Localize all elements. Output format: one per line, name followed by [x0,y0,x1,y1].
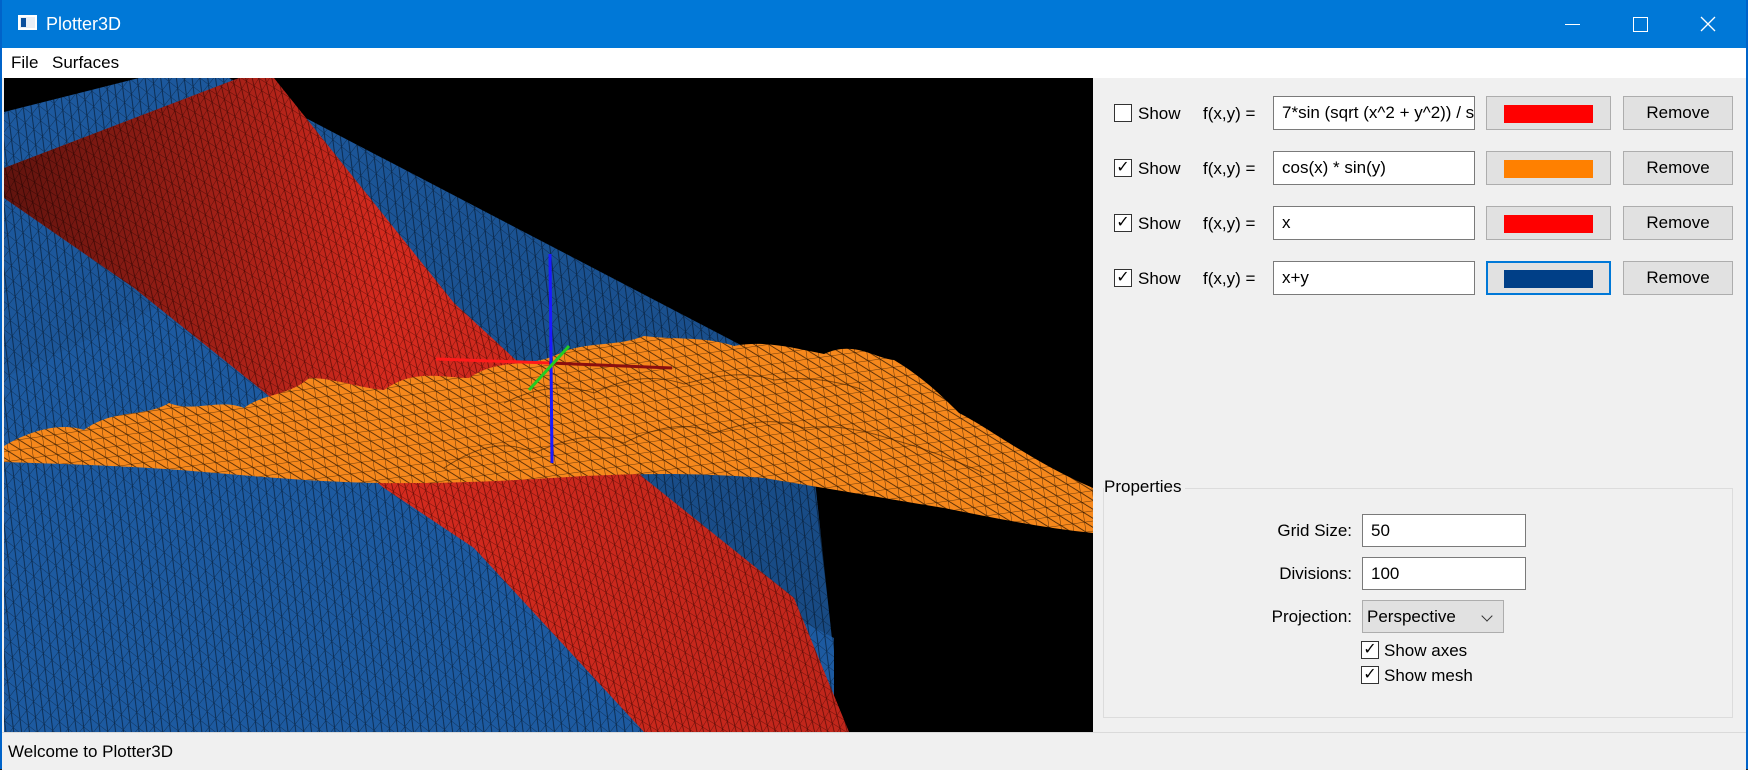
projection-select[interactable]: Perspective [1362,600,1504,633]
app-window-icon [18,15,37,30]
close-icon [1700,16,1716,32]
properties-title: Properties [1104,477,1186,497]
remove-button-3[interactable]: Remove [1623,206,1733,240]
show-checkbox-1[interactable] [1114,104,1132,122]
remove-button-4[interactable]: Remove [1623,261,1733,295]
plotter3d-window: Plotter3D File Surfaces Show f(x,y) = 7*… [0,0,1748,770]
color-button-4[interactable] [1486,261,1611,295]
show-mesh-checkbox[interactable]: ✓ [1361,666,1379,684]
chevron-down-icon [1481,610,1493,622]
surface-row-3: ✓ Show f(x,y) = x Remove [1093,205,1746,241]
projection-label: Projection: [1271,607,1352,626]
fxy-label-2: f(x,y) = [1203,159,1256,178]
window-title: Plotter3D [46,14,122,34]
plot-3d-viewport[interactable] [4,78,1093,732]
expression-input-1[interactable]: 7*sin (sqrt (x^2 + y^2)) / sqrt(x^2 + y^… [1273,96,1475,130]
menu-surfaces[interactable]: Surfaces [52,53,119,73]
surface-row-2: ✓ Show f(x,y) = cos(x) * sin(y) Remove [1093,150,1746,186]
minimize-icon [1564,23,1580,25]
grid-size-input[interactable]: 50 [1362,514,1526,547]
plot-3d-canvas[interactable] [4,78,1093,732]
side-panel: Show f(x,y) = 7*sin (sqrt (x^2 + y^2)) /… [1093,78,1746,732]
color-button-3[interactable] [1486,206,1611,240]
projection-value: Perspective [1367,607,1456,626]
fxy-label-1: f(x,y) = [1203,104,1256,123]
show-label-4: Show [1138,269,1181,288]
fxy-label-4: f(x,y) = [1203,269,1256,288]
show-checkbox-2[interactable]: ✓ [1114,159,1132,177]
maximize-button[interactable] [1606,0,1674,48]
show-axes-label: Show axes [1384,641,1468,660]
divisions-label: Divisions: [1279,564,1352,583]
color-button-2[interactable] [1486,151,1611,185]
fxy-label-3: f(x,y) = [1203,214,1256,233]
show-label-3: Show [1138,214,1181,233]
show-label-1: Show [1138,104,1181,123]
divisions-input[interactable]: 100 [1362,557,1526,590]
surface-row-1: Show f(x,y) = 7*sin (sqrt (x^2 + y^2)) /… [1093,95,1746,131]
color-swatch-4 [1504,270,1593,288]
properties-group: Properties Grid Size: 50 Divisions: 100 … [1103,477,1733,718]
status-bar: Welcome to Plotter3D [2,732,1746,770]
z-axis-line [548,253,554,464]
color-swatch-3 [1504,215,1593,233]
expression-input-2[interactable]: cos(x) * sin(y) [1273,151,1475,185]
color-swatch-1 [1504,105,1593,123]
expression-input-3[interactable]: x [1273,206,1475,240]
maximize-icon [1632,16,1648,32]
minimize-button[interactable] [1538,0,1606,48]
menu-bar: File Surfaces [2,48,1746,78]
show-axes-checkbox[interactable]: ✓ [1361,641,1379,659]
status-text: Welcome to Plotter3D [8,742,174,761]
remove-button-2[interactable]: Remove [1623,151,1733,185]
show-label-2: Show [1138,159,1181,178]
color-button-1[interactable] [1486,96,1611,130]
show-checkbox-3[interactable]: ✓ [1114,214,1132,232]
close-button[interactable] [1674,0,1742,48]
surface-row-4: ✓ Show f(x,y) = x+y Remove [1093,260,1746,296]
expression-input-4[interactable]: x+y [1273,261,1475,295]
grid-size-label: Grid Size: [1277,521,1352,540]
menu-file[interactable]: File [11,53,38,73]
remove-button-1[interactable]: Remove [1623,96,1733,130]
title-bar[interactable]: Plotter3D [2,0,1746,48]
show-mesh-label: Show mesh [1384,666,1473,685]
show-checkbox-4[interactable]: ✓ [1114,269,1132,287]
color-swatch-2 [1504,160,1593,178]
